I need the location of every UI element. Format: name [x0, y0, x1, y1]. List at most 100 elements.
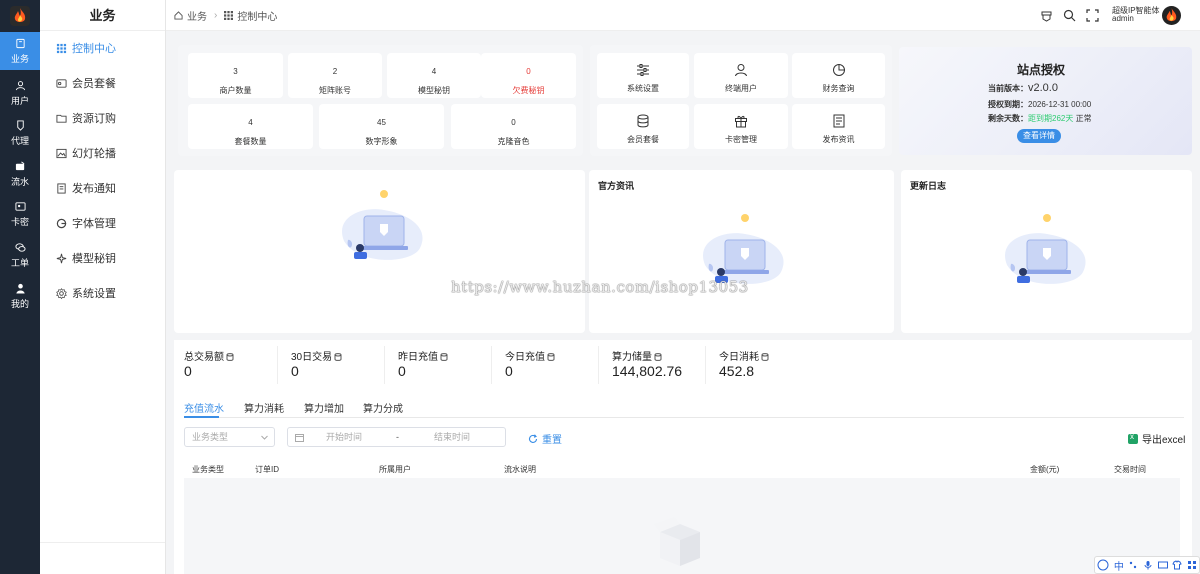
empty-illustration: [1005, 214, 1086, 284]
quick-end-users[interactable]: 终端用户: [694, 53, 788, 98]
quick-finance[interactable]: 财务查询: [792, 53, 885, 98]
briefcase-icon: [15, 38, 25, 48]
view-details-button[interactable]: 查看详情: [1017, 129, 1061, 143]
column-header[interactable]: 流水说明: [504, 464, 536, 475]
sidebar-item-label: 发布通知: [72, 183, 116, 195]
empty-illustration: [342, 190, 423, 260]
image-icon: [56, 148, 67, 158]
ime-language[interactable]: 中: [1114, 558, 1124, 573]
gear-icon: [56, 287, 67, 299]
business-type-select[interactable]: 业务类型: [184, 427, 275, 447]
stat-overdue-keys[interactable]: 0 欠费秘钥: [481, 53, 576, 98]
stat-packages[interactable]: 4 套餐数量: [188, 104, 313, 149]
stat-cloned-voices[interactable]: 0 克隆音色: [451, 104, 576, 149]
stat-model-keys[interactable]: 4 模型秘钥: [387, 53, 481, 98]
records-section: 充值流水 算力消耗 算力增加 算力分成 业务类型 开始时间 - 结束时间 重置 …: [174, 390, 1192, 574]
quick-publish-news[interactable]: 发布资讯: [792, 104, 885, 149]
sidebar-item-control-center[interactable]: 控制中心: [40, 36, 165, 60]
sidebar-item-model-keys[interactable]: 模型秘钥: [40, 246, 165, 270]
chevron-down-icon: [261, 435, 268, 440]
export-excel-button[interactable]: 导出excel: [1128, 431, 1185, 446]
kpi-row: 总交易额 0 30日交易 0 昨日充值 0 今日充值 0 算力储量 144,80…: [174, 340, 1192, 390]
user-name[interactable]: 超级IP智能体 admin: [1112, 7, 1160, 23]
sidebar: 业务 控制中心 会员套餐 资源订购 幻灯轮播 发布通知 字体管理 模型秘钥 系统…: [40, 0, 166, 574]
rail-label: 流水: [10, 176, 29, 187]
end-date-input[interactable]: 结束时间: [434, 428, 470, 446]
welcome-card: [174, 170, 585, 333]
database-icon: [761, 353, 769, 361]
start-date-input[interactable]: 开始时间: [326, 428, 362, 446]
stat-merchants[interactable]: 3 商户数量: [188, 53, 283, 98]
rail-label: 业务: [10, 53, 29, 64]
grid-menu-icon[interactable]: [1187, 560, 1197, 570]
user-icon: [735, 64, 747, 77]
sidebar-item-carousel[interactable]: 幻灯轮播: [40, 141, 165, 165]
shirt-icon[interactable]: [1172, 560, 1182, 570]
kpi-divider: [598, 346, 599, 384]
ime-toolbar[interactable]: 中: [1094, 556, 1200, 574]
keyboard-icon[interactable]: [1157, 560, 1168, 570]
rail-label: 用户: [10, 95, 29, 106]
package-icon: [56, 78, 67, 88]
kpi-compute-reserve: 算力储量 144,802.76: [612, 352, 683, 379]
column-header[interactable]: 金额(元): [1030, 464, 1059, 475]
refresh-icon: [529, 433, 538, 443]
sidebar-item-label: 模型秘钥: [72, 253, 116, 265]
sidebar-item-label: 系统设置: [72, 288, 116, 300]
wallet-icon: [15, 161, 24, 170]
fullscreen-icon[interactable]: [1086, 9, 1099, 22]
user-icon: [15, 80, 25, 90]
tab-compute-consumption[interactable]: 算力消耗: [244, 400, 284, 415]
rail-label: 工单: [10, 257, 29, 268]
column-header[interactable]: 所属用户: [379, 464, 411, 475]
sidebar-item-resources[interactable]: 资源订购: [40, 106, 165, 130]
database-icon: [654, 353, 662, 361]
column-header[interactable]: 交易时间: [1114, 464, 1146, 475]
breadcrumb-item[interactable]: 业务: [187, 8, 207, 23]
avatar[interactable]: [1162, 6, 1181, 25]
rail-item-card[interactable]: 卡密: [0, 195, 40, 233]
search-icon[interactable]: [1063, 9, 1076, 22]
microphone-icon[interactable]: [1143, 560, 1153, 570]
license-version-row: 当前版本：v2.0.0: [988, 82, 1058, 94]
date-range-separator: -: [396, 432, 399, 442]
tab-recharge-flow[interactable]: 充值流水: [184, 400, 224, 415]
sidebar-item-notice[interactable]: 发布通知: [40, 176, 165, 200]
changelog-card: 更新日志: [901, 170, 1192, 333]
sidebar-title: 业务: [40, 0, 165, 31]
reset-button[interactable]: 重置: [528, 431, 562, 446]
ime-punctuation-icon[interactable]: [1128, 560, 1138, 570]
kpi-yesterday-recharge: 昨日充值 0: [388, 340, 494, 390]
rail-item-mine[interactable]: 我的: [0, 277, 40, 315]
column-header[interactable]: 订单ID: [255, 464, 279, 475]
top-header: 业务 › 控制中心 超级IP智能体 admin: [166, 0, 1200, 31]
stat-digital-avatars[interactable]: 45 数字形象: [319, 104, 444, 149]
broom-icon[interactable]: [1040, 9, 1053, 22]
tab-compute-share[interactable]: 算力分成: [363, 400, 403, 415]
changelog-title: 更新日志: [910, 181, 947, 191]
database-icon: [547, 353, 555, 361]
tab-compute-increase[interactable]: 算力增加: [304, 400, 344, 415]
quick-system-settings[interactable]: 系统设置: [597, 53, 689, 98]
quick-card-keys[interactable]: 卡密管理: [694, 104, 788, 149]
database-icon: [334, 353, 342, 361]
stat-matrix-accounts[interactable]: 2 矩阵账号: [288, 53, 382, 98]
sidebar-item-settings[interactable]: 系统设置: [40, 281, 165, 305]
logo-icon[interactable]: [10, 6, 30, 26]
license-remaining-row: 剩余天数：距到期262天 正常: [988, 114, 1092, 123]
badge-icon: [16, 119, 24, 131]
rail-item-business[interactable]: 业务: [0, 32, 40, 70]
sidebar-item-membership[interactable]: 会员套餐: [40, 71, 165, 95]
date-range-picker[interactable]: 开始时间 - 结束时间: [287, 427, 506, 447]
sidebar-item-label: 幻灯轮播: [72, 148, 116, 160]
rail-item-flow[interactable]: 流水: [0, 155, 40, 193]
grid-icon: [56, 43, 67, 53]
rail-item-user[interactable]: 用户: [0, 74, 40, 112]
sidebar-item-fonts[interactable]: 字体管理: [40, 211, 165, 235]
quick-membership[interactable]: 会员套餐: [597, 104, 689, 149]
rail-item-ticket[interactable]: 工单: [0, 236, 40, 274]
sidebar-item-label: 控制中心: [72, 43, 116, 55]
rail-item-agent[interactable]: 代理: [0, 114, 40, 152]
column-header[interactable]: 业务类型: [192, 464, 224, 475]
kpi-today-recharge: 今日充值 0: [495, 340, 601, 390]
